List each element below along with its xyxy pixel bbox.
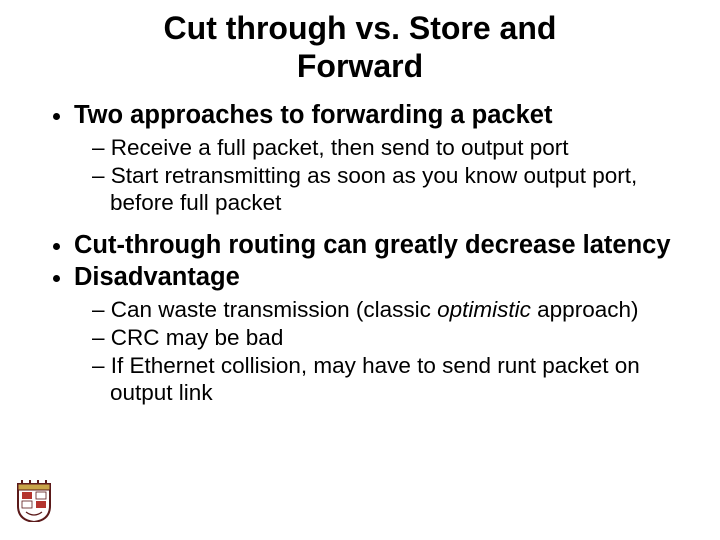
bullet-list: Two approaches to forwarding a packet Re…	[48, 100, 672, 406]
bullet-text: Two approaches to forwarding a packet	[74, 101, 552, 129]
sub-text: Can waste transmission (classic	[111, 297, 437, 322]
bullet-cut-through-latency: Cut-through routing can greatly decrease…	[74, 230, 672, 260]
bullet-disadvantage: Disadvantage Can waste transmission (cla…	[74, 262, 672, 406]
title-line-1: Cut through vs. Store and	[164, 10, 557, 46]
sub-text: approach)	[531, 297, 639, 322]
sub-list: Receive a full packet, then send to outp…	[74, 134, 672, 216]
title-line-2: Forward	[297, 48, 423, 84]
brown-university-crest-icon	[16, 478, 52, 522]
bullet-text: Cut-through routing can greatly decrease…	[74, 231, 671, 259]
sub-bullet: Can waste transmission (classic optimist…	[110, 296, 672, 323]
sub-bullet: Receive a full packet, then send to outp…	[110, 134, 672, 161]
sub-bullet: CRC may be bad	[110, 324, 672, 351]
sub-text-italic: optimistic	[437, 297, 531, 322]
slide-title: Cut through vs. Store and Forward	[48, 10, 672, 86]
sub-bullet: Start retransmitting as soon as you know…	[110, 162, 672, 216]
bullet-text: Disadvantage	[74, 263, 240, 291]
bullet-two-approaches: Two approaches to forwarding a packet Re…	[74, 100, 672, 216]
sub-bullet: If Ethernet collision, may have to send …	[110, 352, 672, 406]
sub-list: Can waste transmission (classic optimist…	[74, 296, 672, 406]
slide: Cut through vs. Store and Forward Two ap…	[0, 0, 720, 540]
